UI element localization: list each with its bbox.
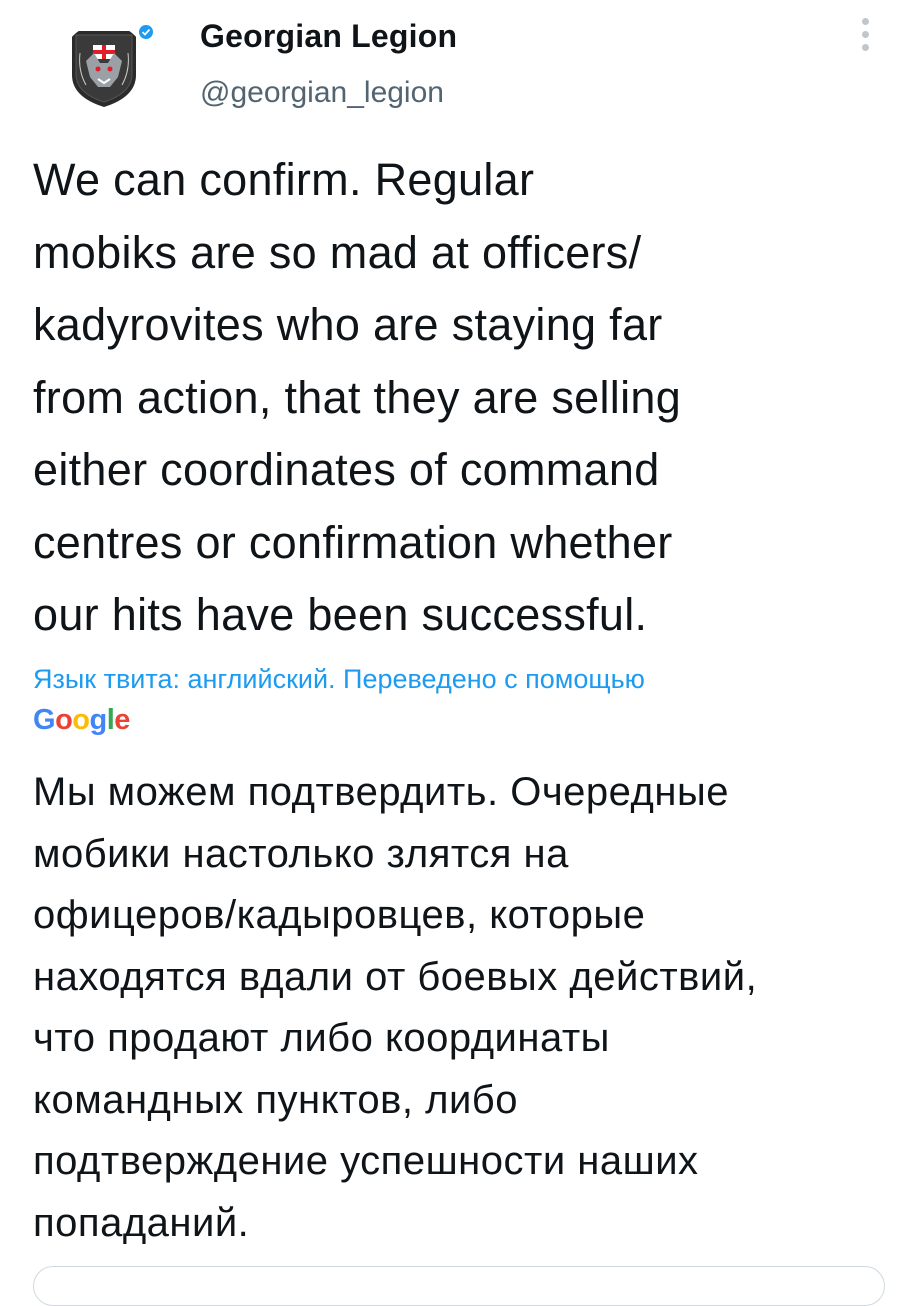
tweet-line: mobiks are so mad at officers/	[33, 226, 642, 278]
translated-line: Мы можем подтвердить. Очередные	[33, 770, 729, 814]
tweet-line: centres or confirmation whether	[33, 516, 673, 568]
tweet-line: from action, that they are selling	[33, 371, 682, 423]
translated-line: подтверждение успешности наших	[33, 1139, 699, 1183]
quoted-card[interactable]	[33, 1266, 885, 1306]
translated-line: находятся вдали от боевых действий,	[33, 954, 758, 999]
tweet-line: kadyrovites who are staying far	[33, 299, 663, 350]
account-name[interactable]: Georgian Legion	[200, 18, 457, 55]
tweet-text: We can confirm. Regular mobiks are so ma…	[33, 144, 893, 652]
translated-line: офицеров/кадыровцев, которые	[33, 893, 646, 937]
translated-line: командных пунктов, либо	[33, 1077, 518, 1122]
tweet-line: We can confirm. Regular	[33, 154, 535, 205]
account-handle[interactable]: @georgian_legion	[200, 76, 444, 110]
translated-line: мобики настолько злятся на	[33, 831, 569, 876]
tweet-line: our hits have been successful.	[33, 589, 648, 640]
translated-text: Мы можем подтвердить. Очередные мобики н…	[33, 762, 903, 1254]
wolf-emblem-icon	[72, 31, 136, 107]
translation-notice-link[interactable]: Язык твита: английский. Переведено с пом…	[33, 664, 645, 695]
translated-line: что продают либо координаты	[33, 1016, 610, 1060]
avatar[interactable]	[60, 23, 148, 111]
translated-line: попаданий.	[33, 1200, 250, 1245]
verified-badge-icon	[139, 25, 153, 39]
tweet-line: either coordinates of command	[33, 444, 660, 495]
more-options-icon[interactable]	[858, 18, 872, 58]
google-logo: Google	[33, 704, 130, 736]
